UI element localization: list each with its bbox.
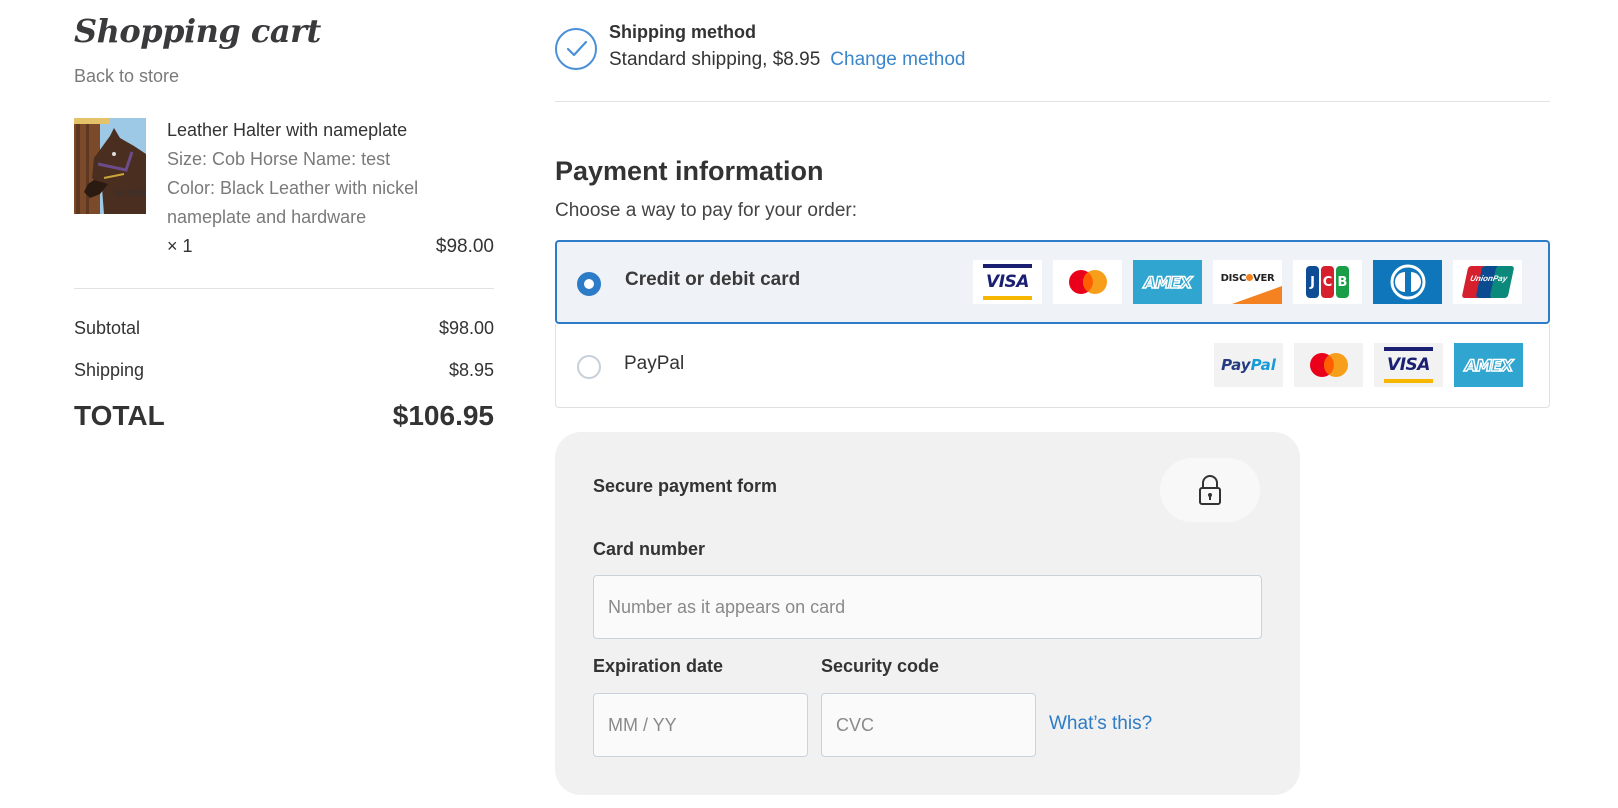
svg-text:Sandow: Sandow xyxy=(114,188,146,199)
payment-option-card[interactable]: Credit or debit card VISA AMEX DISC VER J… xyxy=(555,240,1550,324)
visa-logo-icon: VISA xyxy=(1374,343,1443,387)
amex-logo-icon: AMEX xyxy=(1454,343,1523,387)
total-value: $106.95 xyxy=(392,400,494,431)
expiration-date-label: Expiration date xyxy=(593,656,724,676)
shipping-label: Shipping xyxy=(74,360,145,380)
shipping-method-value: Standard shipping, $8.95 xyxy=(609,49,821,70)
cart-item: Sandow Leather Halter with nameplate Siz… xyxy=(74,118,494,263)
payment-title: Payment information xyxy=(555,156,824,186)
card-option-label: Credit or debit card xyxy=(625,269,801,290)
item-options: Size: Cob Horse Name: test xyxy=(167,149,391,169)
payment-option-paypal[interactable]: PayPal PayPal VISA AMEX xyxy=(555,324,1550,408)
discover-logo-icon: DISC VER xyxy=(1213,260,1282,304)
divider xyxy=(74,288,494,289)
cart-title: Shopping cart xyxy=(74,12,321,50)
subtotal-value: $98.00 xyxy=(438,318,494,338)
item-quantity: × 1 xyxy=(167,236,193,256)
shipping-value: $8.95 xyxy=(448,360,494,380)
check-circle-icon xyxy=(555,28,597,70)
mastercard-logo-icon xyxy=(1294,343,1363,387)
item-color: Color: Black Leather with nickel xyxy=(167,178,419,198)
item-name: Leather Halter with nameplate xyxy=(167,120,408,140)
shipping-method-desc: Standard shipping, $8.95 Change method xyxy=(609,49,966,71)
card-radio[interactable] xyxy=(577,272,601,296)
card-logos: VISA AMEX DISC VER JCB UnionPay xyxy=(973,260,1522,304)
horse-photo-icon: Sandow xyxy=(74,118,146,214)
secure-form-title: Secure payment form xyxy=(593,476,778,496)
paypal-option-label: PayPal xyxy=(624,353,685,374)
payment-subtitle: Choose a way to pay for your order: xyxy=(555,200,858,221)
whats-this-link[interactable]: What’s this? xyxy=(1049,713,1152,735)
paypal-logo-icon: PayPal xyxy=(1214,343,1283,387)
lock-badge xyxy=(1160,458,1260,522)
amex-logo-icon: AMEX xyxy=(1133,260,1202,304)
diners-club-logo-icon xyxy=(1373,260,1442,304)
mastercard-logo-icon xyxy=(1053,260,1122,304)
security-code-label: Security code xyxy=(821,656,940,676)
card-number-label: Card number xyxy=(593,539,706,559)
visa-logo-icon: VISA xyxy=(973,260,1042,304)
total-label: TOTAL xyxy=(74,400,165,431)
expiration-date-input[interactable] xyxy=(593,693,808,757)
lock-icon xyxy=(1199,475,1221,505)
paypal-logos: PayPal VISA AMEX xyxy=(1214,343,1523,387)
item-price: $98.00 xyxy=(435,236,494,257)
change-method-link[interactable]: Change method xyxy=(830,49,965,70)
secure-payment-form: Secure payment form Card number Expirati… xyxy=(555,432,1300,795)
divider xyxy=(555,101,1550,102)
item-color-cont: nameplate and hardware xyxy=(167,207,367,227)
paypal-radio[interactable] xyxy=(577,355,601,379)
card-number-input[interactable] xyxy=(593,575,1262,639)
back-to-store-link[interactable]: Back to store xyxy=(74,66,179,87)
shipping-method-title: Shipping method xyxy=(609,22,756,42)
security-code-input[interactable] xyxy=(821,693,1036,757)
subtotal-label: Subtotal xyxy=(74,318,141,338)
unionpay-logo-icon: UnionPay xyxy=(1453,260,1522,304)
jcb-logo-icon: JCB xyxy=(1293,260,1362,304)
